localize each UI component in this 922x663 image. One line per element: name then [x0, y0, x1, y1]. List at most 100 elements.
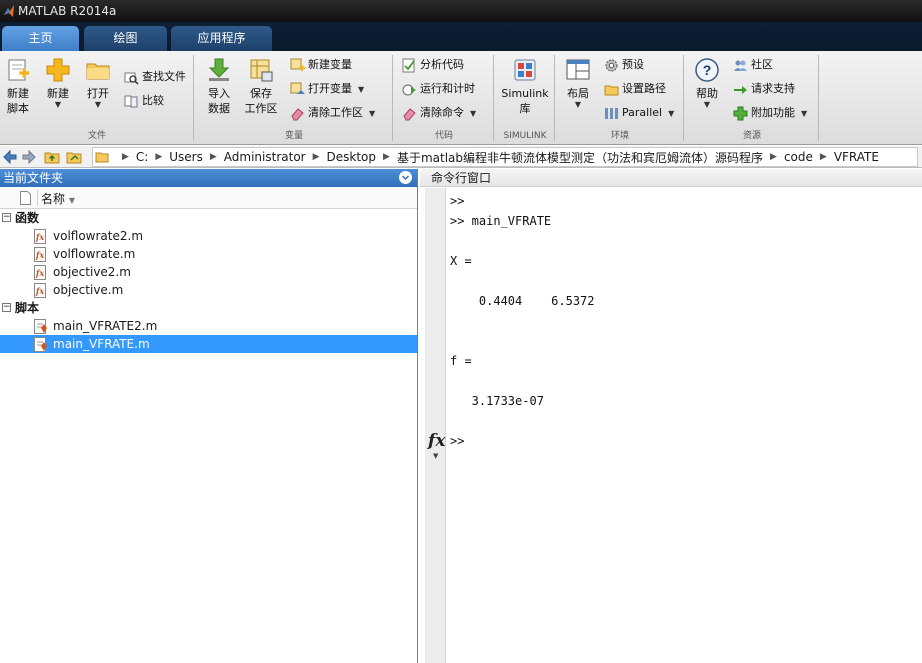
svg-text:fx: fx	[35, 268, 44, 278]
run-and-time-button[interactable]: 运行和计时	[402, 79, 475, 99]
up-folder-icon[interactable]	[44, 149, 60, 165]
file-row[interactable]: fx objective.m	[0, 281, 417, 299]
help-dropdown-icon[interactable]: ▼	[691, 101, 723, 109]
forward-icon[interactable]	[21, 149, 37, 165]
new-variable-button[interactable]: 新建变量	[290, 55, 352, 75]
collapse-minus-icon[interactable]: −	[2, 303, 11, 312]
analyze-code-button[interactable]: 分析代码	[402, 55, 464, 75]
find-files-button[interactable]: 查找文件	[124, 67, 186, 87]
column-divider[interactable]	[37, 190, 38, 206]
folder-open-icon	[86, 63, 110, 80]
layout-label: 布局	[567, 87, 589, 100]
file-row[interactable]: fx volflowrate2.m	[0, 227, 417, 245]
layout-icon	[566, 59, 590, 80]
tab-home[interactable]: 主页	[2, 26, 79, 51]
breadcrumb-code[interactable]: code	[784, 150, 813, 164]
preferences-label: 预设	[622, 58, 644, 71]
save-workspace-button[interactable]: 保存 工作区	[243, 57, 279, 116]
command-prompt[interactable]: >>	[450, 434, 464, 448]
ribbon-group-variable: 导入 数据 保存 工作区 新建变量 打开变量 ▼ 清除工作区 ▼ 变量	[195, 53, 393, 143]
ribbon-group-environment: 布局 ▼ 预设 设置路径 Parallel ▼ 环境	[556, 53, 684, 143]
add-ons-button[interactable]: 附加功能 ▼	[733, 103, 807, 123]
breadcrumb-vfrate[interactable]: VFRATE	[834, 150, 879, 164]
svg-text:fx: fx	[35, 286, 44, 296]
preferences-button[interactable]: 预设	[604, 55, 644, 75]
svg-text:?: ?	[703, 62, 712, 78]
import-label-1: 导入	[208, 87, 230, 100]
tab-apps[interactable]: 应用程序	[171, 26, 272, 51]
community-label: 社区	[751, 58, 773, 71]
clear-commands-dropdown-icon[interactable]: ▼	[470, 109, 476, 118]
layout-button[interactable]: 布局 ▼	[562, 57, 594, 109]
breadcrumb-administrator[interactable]: Administrator	[224, 150, 306, 164]
parallel-icon	[605, 107, 618, 119]
parallel-button[interactable]: Parallel ▼	[604, 103, 674, 123]
svg-text:fx: fx	[35, 232, 44, 242]
collapse-minus-icon[interactable]: −	[2, 213, 11, 222]
ribbon-group-resources: ? 帮助 ▼ 社区 请求支持 附加功能 ▼ 资源	[685, 53, 819, 143]
file-row-selected[interactable]: main_VFRATE.m	[0, 335, 417, 353]
open-dropdown-icon[interactable]: ▼	[83, 101, 113, 109]
simulink-library-button[interactable]: Simulink 库	[499, 57, 551, 116]
function-file-icon: fx	[34, 283, 46, 298]
open-variable-dropdown-icon[interactable]: ▼	[358, 85, 364, 94]
breadcrumb-desktop[interactable]: Desktop	[327, 150, 377, 164]
group-separator	[818, 55, 819, 141]
open-button[interactable]: 打开 ▼	[83, 57, 113, 109]
back-icon[interactable]	[2, 149, 18, 165]
save-workspace-icon	[250, 59, 273, 82]
group-label-code: 代码	[434, 131, 453, 141]
file-row[interactable]: fx objective2.m	[0, 263, 417, 281]
panel-menu-icon[interactable]	[399, 171, 412, 184]
current-folder-panel: 当前文件夹 名称 ▼ − 函数 fx volflowrate2.m fx vol…	[0, 169, 418, 663]
file-type-icon	[20, 191, 31, 205]
parallel-dropdown-icon[interactable]: ▼	[668, 109, 674, 118]
breadcrumb-project[interactable]: 基于matlab编程非牛顿流体模型测定（功法和宾厄姆流体）源码程序	[397, 149, 763, 166]
request-support-button[interactable]: 请求支持	[733, 79, 795, 99]
clear-commands-label: 清除命令	[420, 106, 464, 119]
breadcrumb-drive[interactable]: C:	[136, 150, 148, 164]
help-button[interactable]: ? 帮助 ▼	[691, 57, 723, 109]
run-and-time-icon	[402, 84, 416, 95]
save-ws-label-1: 保存	[250, 87, 272, 100]
analyze-code-icon	[402, 58, 415, 72]
sort-descending-icon: ▼	[68, 196, 75, 205]
ribbon-tab-strip: 主页 绘图 应用程序	[0, 22, 922, 51]
plus-icon	[46, 58, 70, 82]
section-functions[interactable]: − 函数	[0, 209, 417, 227]
new-script-label-2: 脚本	[7, 102, 29, 115]
simulink-library-icon	[514, 59, 536, 81]
set-path-label: 设置路径	[622, 82, 666, 95]
function-browser-icon[interactable]: fx	[428, 431, 445, 451]
set-path-button[interactable]: 设置路径	[604, 79, 666, 99]
clear-workspace-button[interactable]: 清除工作区 ▼	[290, 103, 375, 123]
console-line: 0.4404 6.5372	[450, 294, 595, 308]
browse-folder-icon[interactable]	[66, 149, 82, 165]
script-file-icon	[34, 337, 47, 352]
file-row[interactable]: fx volflowrate.m	[0, 245, 417, 263]
add-ons-dropdown-icon[interactable]: ▼	[801, 109, 807, 118]
compare-button[interactable]: 比较	[124, 91, 164, 111]
layout-dropdown-icon[interactable]: ▼	[562, 101, 594, 109]
function-browser-dropdown-icon[interactable]: ▼	[433, 452, 438, 460]
folder-icon	[95, 152, 109, 163]
command-window-title: 命令行窗口	[431, 171, 492, 185]
import-data-button[interactable]: 导入 数据	[204, 57, 234, 116]
group-label-environment: 环境	[610, 131, 629, 141]
parallel-label: Parallel	[622, 106, 663, 119]
breadcrumb-users[interactable]: Users	[169, 150, 203, 164]
column-name[interactable]: 名称 ▼	[41, 190, 75, 207]
tab-plots[interactable]: 绘图	[84, 26, 167, 51]
open-variable-button[interactable]: 打开变量 ▼	[290, 79, 364, 99]
file-row[interactable]: main_VFRATE2.m	[0, 317, 417, 335]
file-name: objective2.m	[53, 265, 131, 279]
clear-commands-button[interactable]: 清除命令 ▼	[402, 103, 476, 123]
new-button[interactable]: 新建 ▼	[43, 57, 73, 109]
script-file-icon	[34, 319, 47, 334]
command-window-output[interactable]: >> >> main_VFRATE X = 0.4404 6.5372 f = …	[450, 188, 922, 663]
clear-workspace-dropdown-icon[interactable]: ▼	[369, 109, 375, 118]
new-script-button[interactable]: 新建 脚本	[3, 57, 33, 116]
community-button[interactable]: 社区	[733, 55, 773, 75]
new-dropdown-icon[interactable]: ▼	[43, 101, 73, 109]
section-scripts[interactable]: − 脚本	[0, 299, 417, 317]
